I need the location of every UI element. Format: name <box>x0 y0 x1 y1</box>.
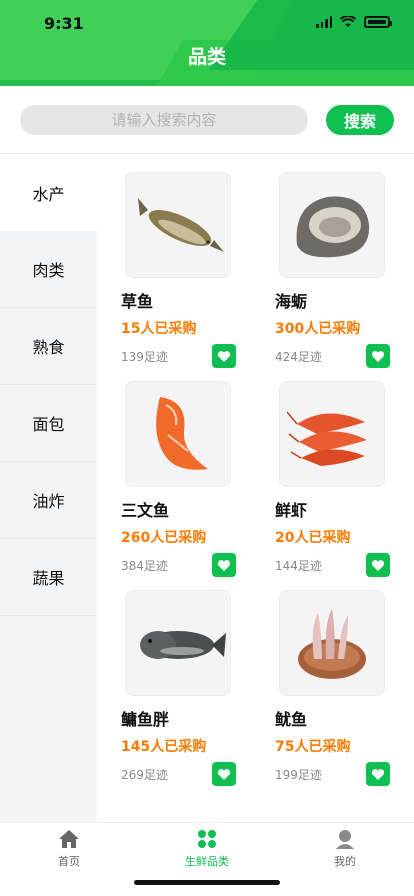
product-buyers: 260人已采购 <box>121 530 207 546</box>
product-buyers: 15人已采购 <box>121 321 197 337</box>
signal-icon <box>316 16 332 28</box>
product-card[interactable]: 鳙鱼胖 145人已采购 269足迹 <box>97 590 247 786</box>
favorite-button[interactable] <box>212 553 236 577</box>
favorite-button[interactable] <box>366 762 390 786</box>
product-card[interactable]: 三文鱼 260人已采购 384足迹 <box>97 381 247 577</box>
fish-image <box>125 172 231 278</box>
status-time: 9:31 <box>44 14 84 33</box>
sidebar-item-meat[interactable]: 肉类 <box>0 231 97 308</box>
heart-icon <box>371 350 385 362</box>
home-indicator <box>134 880 280 885</box>
salmon-image <box>125 381 231 487</box>
heart-icon <box>371 768 385 780</box>
product-buyers: 20人已采购 <box>275 530 351 546</box>
sidebar-item-bread[interactable]: 面包 <box>0 385 97 462</box>
product-name: 海蛎 <box>275 292 308 311</box>
wifi-icon <box>340 16 356 27</box>
product-buyers: 300人已采购 <box>275 321 361 337</box>
product-name: 鳙鱼胖 <box>121 710 170 729</box>
favorite-button[interactable] <box>366 553 390 577</box>
product-name: 鲜虾 <box>275 501 308 520</box>
squid-image <box>279 590 385 696</box>
shrimp-image <box>279 381 385 487</box>
heart-icon <box>217 559 231 571</box>
heart-icon <box>217 350 231 362</box>
search-input[interactable] <box>20 105 308 135</box>
tab-home[interactable]: 首页 <box>0 829 138 869</box>
product-card[interactable]: 鱿鱼 75人已采购 199足迹 <box>251 590 401 786</box>
favorite-button[interactable] <box>212 344 236 368</box>
favorite-button[interactable] <box>366 344 390 368</box>
product-buyers: 75人已采购 <box>275 739 351 755</box>
tab-profile[interactable]: 我的 <box>276 829 414 869</box>
status-icons <box>316 16 392 28</box>
sidebar-item-produce[interactable]: 蔬果 <box>0 539 97 616</box>
heart-icon <box>371 559 385 571</box>
tab-label: 首页 <box>58 855 80 868</box>
page-title: 品类 <box>187 46 226 68</box>
oyster-image <box>279 172 385 278</box>
product-buyers: 145人已采购 <box>121 739 207 755</box>
home-icon <box>59 830 79 848</box>
search-row: 搜索 <box>0 86 414 154</box>
product-card[interactable]: 海蛎 300人已采购 424足迹 <box>251 172 401 368</box>
header-bar: 9:31 品类 <box>0 0 414 86</box>
sidebar-item-seafood[interactable]: 水产 <box>0 154 97 231</box>
search-button[interactable]: 搜索 <box>326 105 394 135</box>
product-name: 鱿鱼 <box>275 710 308 729</box>
product-card[interactable]: 鲜虾 20人已采购 144足迹 <box>251 381 401 577</box>
user-icon <box>336 830 354 849</box>
grid-icon <box>198 830 216 848</box>
product-name: 三文鱼 <box>121 501 170 520</box>
heart-icon <box>217 768 231 780</box>
product-card[interactable]: 草鱼 15人已采购 139足迹 <box>97 172 247 368</box>
product-grid: 草鱼 15人已采购 139足迹 海蛎 300人已采购 424足迹 三文鱼 260… <box>97 154 414 822</box>
bighead-carp-image <box>125 590 231 696</box>
tab-categories[interactable]: 生鲜品类 <box>138 829 276 869</box>
tab-label: 生鲜品类 <box>185 855 229 868</box>
category-sidebar: 水产 肉类 熟食 面包 油炸 蔬果 <box>0 154 97 822</box>
favorite-button[interactable] <box>212 762 236 786</box>
sidebar-item-deli[interactable]: 熟食 <box>0 308 97 385</box>
sidebar-item-fried[interactable]: 油炸 <box>0 462 97 539</box>
tab-label: 我的 <box>334 855 356 868</box>
product-name: 草鱼 <box>121 292 154 311</box>
battery-icon <box>364 16 392 28</box>
